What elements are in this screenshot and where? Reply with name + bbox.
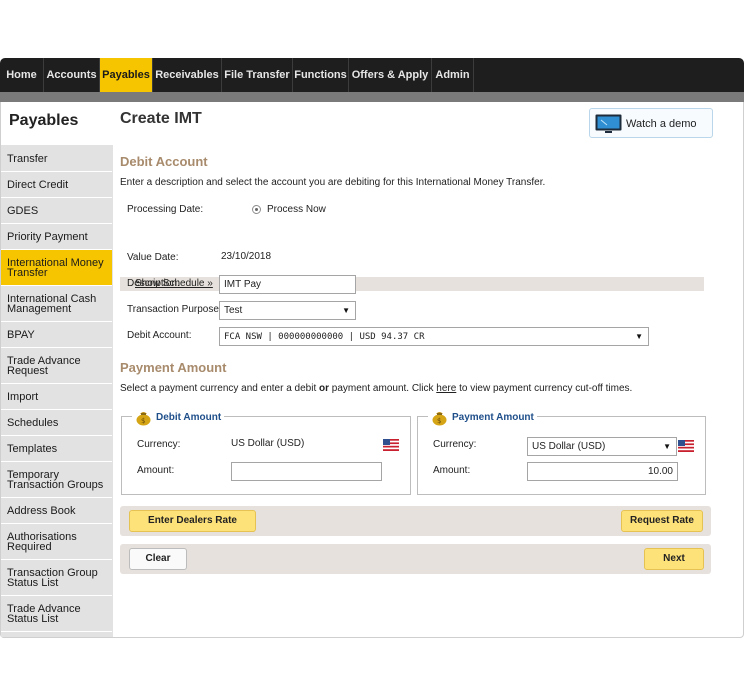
request-rate-button[interactable]: Request Rate xyxy=(621,510,703,532)
nav-divider xyxy=(0,92,744,102)
sidebar-item-temporary-transaction-groups[interactable]: Temporary Transaction Groups xyxy=(1,462,112,498)
debit-account-select[interactable]: FCA NSW | 000000000000 | USD 94.37 CR ▼ xyxy=(219,327,649,346)
payment-amount-label: Amount: xyxy=(433,465,471,476)
tab-payables[interactable]: Payables xyxy=(100,58,153,92)
sidebar-item-bpay[interactable]: BPAY xyxy=(1,322,112,348)
sidebar-item-trade-advance-status-list[interactable]: Trade Advance Status List xyxy=(1,596,112,632)
tab-file-transfer[interactable]: File Transfer xyxy=(222,58,293,92)
monitor-icon xyxy=(595,114,622,133)
debit-amount-title: Debit Amount xyxy=(156,411,222,423)
debit-currency-label: Currency: xyxy=(137,439,181,450)
payment-currency-value: US Dollar (USD) xyxy=(532,441,606,452)
payment-amount-legend: $ Payment Amount xyxy=(428,407,537,427)
debit-amount-legend: $ Debit Amount xyxy=(132,407,225,427)
sidebar-item-transfer[interactable]: Transfer xyxy=(1,146,112,172)
sidebar: Payables Transfer Direct Credit GDES Pri… xyxy=(1,102,113,637)
transaction-purpose-value: Test xyxy=(224,305,243,316)
cutoff-times-link[interactable]: here xyxy=(436,383,456,394)
main-content: Create IMT Watch a demo Debit Account En… xyxy=(113,102,744,637)
payment-amount-intro: Select a payment currency and enter a de… xyxy=(120,383,633,394)
sidebar-item-address-book[interactable]: Address Book xyxy=(1,498,112,524)
tab-receivables[interactable]: Receivables xyxy=(153,58,222,92)
chevron-down-icon: ▼ xyxy=(663,442,671,451)
chevron-down-icon: ▼ xyxy=(635,332,643,341)
sidebar-item-international-money-transfer[interactable]: International Money Transfer xyxy=(1,250,112,286)
sidebar-item-trade-advance-request[interactable]: Trade Advance Request xyxy=(1,348,112,384)
payment-amount-title: Payment Amount xyxy=(452,411,534,423)
action-button-bar: Clear Next xyxy=(120,544,711,574)
tab-offers-apply[interactable]: Offers & Apply xyxy=(349,58,432,92)
payment-currency-select[interactable]: US Dollar (USD) ▼ xyxy=(527,437,677,456)
top-nav: Home Accounts Payables Receivables File … xyxy=(0,58,744,92)
next-button[interactable]: Next xyxy=(644,548,704,570)
sidebar-item-gdes[interactable]: GDES xyxy=(1,198,112,224)
transaction-purpose-select[interactable]: Test ▼ xyxy=(219,301,356,320)
sidebar-item-priority-payment[interactable]: Priority Payment xyxy=(1,224,112,250)
us-flag-icon xyxy=(678,440,694,452)
payment-currency-label: Currency: xyxy=(433,439,477,450)
sidebar-item-templates[interactable]: Templates xyxy=(1,436,112,462)
money-bag-icon: $ xyxy=(432,412,447,426)
value-date-label: Value Date: xyxy=(127,252,179,263)
content-frame: Payables Transfer Direct Credit GDES Pri… xyxy=(0,102,744,638)
debit-amount-box: $ Debit Amount Currency: US Dollar (USD)… xyxy=(121,407,411,495)
money-bag-icon: $ xyxy=(136,412,151,426)
process-now-radio[interactable] xyxy=(252,205,261,214)
debit-account-label: Debit Account: xyxy=(127,330,192,341)
svg-text:$: $ xyxy=(437,417,441,425)
chevron-down-icon: ▼ xyxy=(342,306,350,315)
page-title: Create IMT xyxy=(120,110,202,127)
enter-dealers-rate-button[interactable]: Enter Dealers Rate xyxy=(129,510,256,532)
rate-button-bar: Enter Dealers Rate Request Rate xyxy=(120,506,711,536)
sidebar-item-direct-credit[interactable]: Direct Credit xyxy=(1,172,112,198)
process-now-label: Process Now xyxy=(267,204,326,215)
description-input[interactable]: IMT Pay xyxy=(219,275,356,294)
payment-amount-heading: Payment Amount xyxy=(120,360,227,375)
debit-account-value: FCA NSW | 000000000000 | USD 94.37 CR xyxy=(224,332,425,342)
debit-amount-label: Amount: xyxy=(137,465,175,476)
schedule-bar: Show Schedule » xyxy=(120,277,704,291)
tab-accounts[interactable]: Accounts xyxy=(44,58,100,92)
sidebar-item-schedules[interactable]: Schedules xyxy=(1,410,112,436)
payment-amount-box: $ Payment Amount Currency: US Dollar (US… xyxy=(417,407,706,495)
sidebar-title: Payables xyxy=(1,102,113,145)
description-label: Description: xyxy=(127,278,180,289)
payment-amount-input[interactable]: 10.00 xyxy=(527,462,678,481)
tab-functions[interactable]: Functions xyxy=(293,58,349,92)
sidebar-item-authorisations-required[interactable]: Authorisations Required xyxy=(1,524,112,560)
app-window: Home Accounts Payables Receivables File … xyxy=(0,58,744,638)
watch-demo-label: Watch a demo xyxy=(626,118,697,130)
clear-button[interactable]: Clear xyxy=(129,548,187,570)
value-date: 23/10/2018 xyxy=(221,251,272,262)
us-flag-icon xyxy=(383,439,399,451)
svg-text:$: $ xyxy=(141,417,145,425)
debit-account-intro: Enter a description and select the accou… xyxy=(120,177,546,188)
sidebar-item-import[interactable]: Import xyxy=(1,384,112,410)
transaction-purpose-label: Transaction Purpose: xyxy=(127,304,222,315)
debit-currency-value: US Dollar (USD) xyxy=(231,438,305,449)
tab-admin[interactable]: Admin xyxy=(432,58,474,92)
debit-amount-input[interactable] xyxy=(231,462,382,481)
watch-demo-button[interactable]: Watch a demo xyxy=(589,108,713,138)
debit-account-heading: Debit Account xyxy=(120,154,208,169)
processing-date-label: Processing Date: xyxy=(127,204,204,215)
tab-home[interactable]: Home xyxy=(0,58,44,92)
sidebar-item-transaction-group-status-list[interactable]: Transaction Group Status List xyxy=(1,560,112,596)
sidebar-item-international-cash-management[interactable]: International Cash Management xyxy=(1,286,112,322)
